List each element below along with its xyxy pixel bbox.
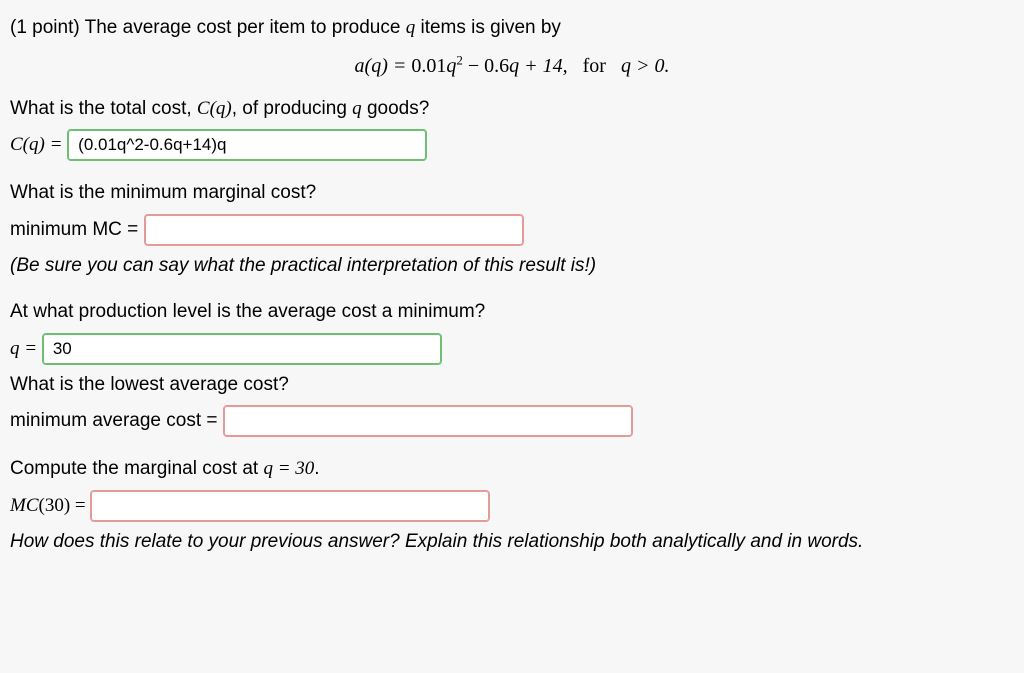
- answer-row-total-cost: C(q) =: [10, 129, 1014, 161]
- min-mc-field[interactable]: [153, 216, 515, 244]
- q5-footer: How does this relate to your previous an…: [10, 528, 1014, 557]
- q4-text: What is the lowest average cost?: [10, 374, 289, 395]
- q-level-field[interactable]: [51, 335, 433, 363]
- q-level-input[interactable]: [42, 333, 442, 365]
- eq-cond: q > 0.: [621, 55, 670, 77]
- question-mc30: Compute the marginal cost at q = 30.: [10, 455, 1014, 484]
- variable-q: q: [406, 17, 416, 38]
- min-mc-input[interactable]: [144, 214, 524, 246]
- lowest-avg-field[interactable]: [232, 407, 624, 435]
- q1-text-a: What is the total cost,: [10, 98, 197, 119]
- q1-text-b: , of producing: [232, 98, 352, 119]
- eq-lhs: a(q) =: [355, 55, 412, 77]
- total-cost-input[interactable]: [67, 129, 427, 161]
- total-cost-field[interactable]: [76, 131, 418, 159]
- q5-dot: .: [314, 458, 319, 479]
- eq-for: for: [583, 55, 606, 77]
- q1-lhs: C(q) =: [10, 134, 67, 155]
- q3-text: At what production level is the average …: [10, 301, 485, 322]
- q1-q: q: [352, 98, 362, 119]
- answer-row-lowest-avg: minimum average cost =: [10, 405, 1014, 437]
- q5-cond: q = 30: [263, 458, 314, 479]
- q1-Cq: C(q): [197, 98, 232, 119]
- q3-lhs: q =: [10, 338, 42, 359]
- question-min-avg-level: At what production level is the average …: [10, 298, 1014, 327]
- eq-coef2: 0.6: [484, 55, 509, 77]
- answer-row-min-mc: minimum MC =: [10, 214, 1014, 246]
- q5-text-a: Compute the marginal cost at: [10, 458, 263, 479]
- answer-row-mc30: MC(30) =: [10, 490, 1014, 522]
- lowest-avg-input[interactable]: [223, 405, 633, 437]
- problem-intro: (1 point) The average cost per item to p…: [10, 14, 1014, 43]
- question-lowest-avg: What is the lowest average cost?: [10, 371, 1014, 400]
- q1-text-c: goods?: [362, 98, 430, 119]
- eq-minus: −: [463, 55, 484, 77]
- eq-term2: q + 14,: [509, 55, 568, 77]
- intro-after: items is given by: [415, 17, 561, 38]
- q2-lhs: minimum MC =: [10, 219, 144, 240]
- question-total-cost: What is the total cost, C(q), of produci…: [10, 95, 1014, 124]
- q4-lhs: minimum average cost =: [10, 410, 223, 431]
- q2-hint: (Be sure you can say what the practical …: [10, 252, 1014, 281]
- points-text: (1 point) The average cost per item to p…: [10, 17, 406, 38]
- eq-q1: q: [446, 55, 456, 77]
- answer-row-q-level: q =: [10, 333, 1014, 365]
- eq-coef1: 0.01: [411, 55, 446, 77]
- q5-lhs: MC(30) =: [10, 495, 90, 516]
- mc30-input[interactable]: [90, 490, 490, 522]
- question-min-mc: What is the minimum marginal cost?: [10, 179, 1014, 208]
- given-equation: a(q) = 0.01q2 − 0.6q + 14, for q > 0.: [10, 51, 1014, 81]
- mc30-field[interactable]: [99, 492, 481, 520]
- q2-text: What is the minimum marginal cost?: [10, 182, 316, 203]
